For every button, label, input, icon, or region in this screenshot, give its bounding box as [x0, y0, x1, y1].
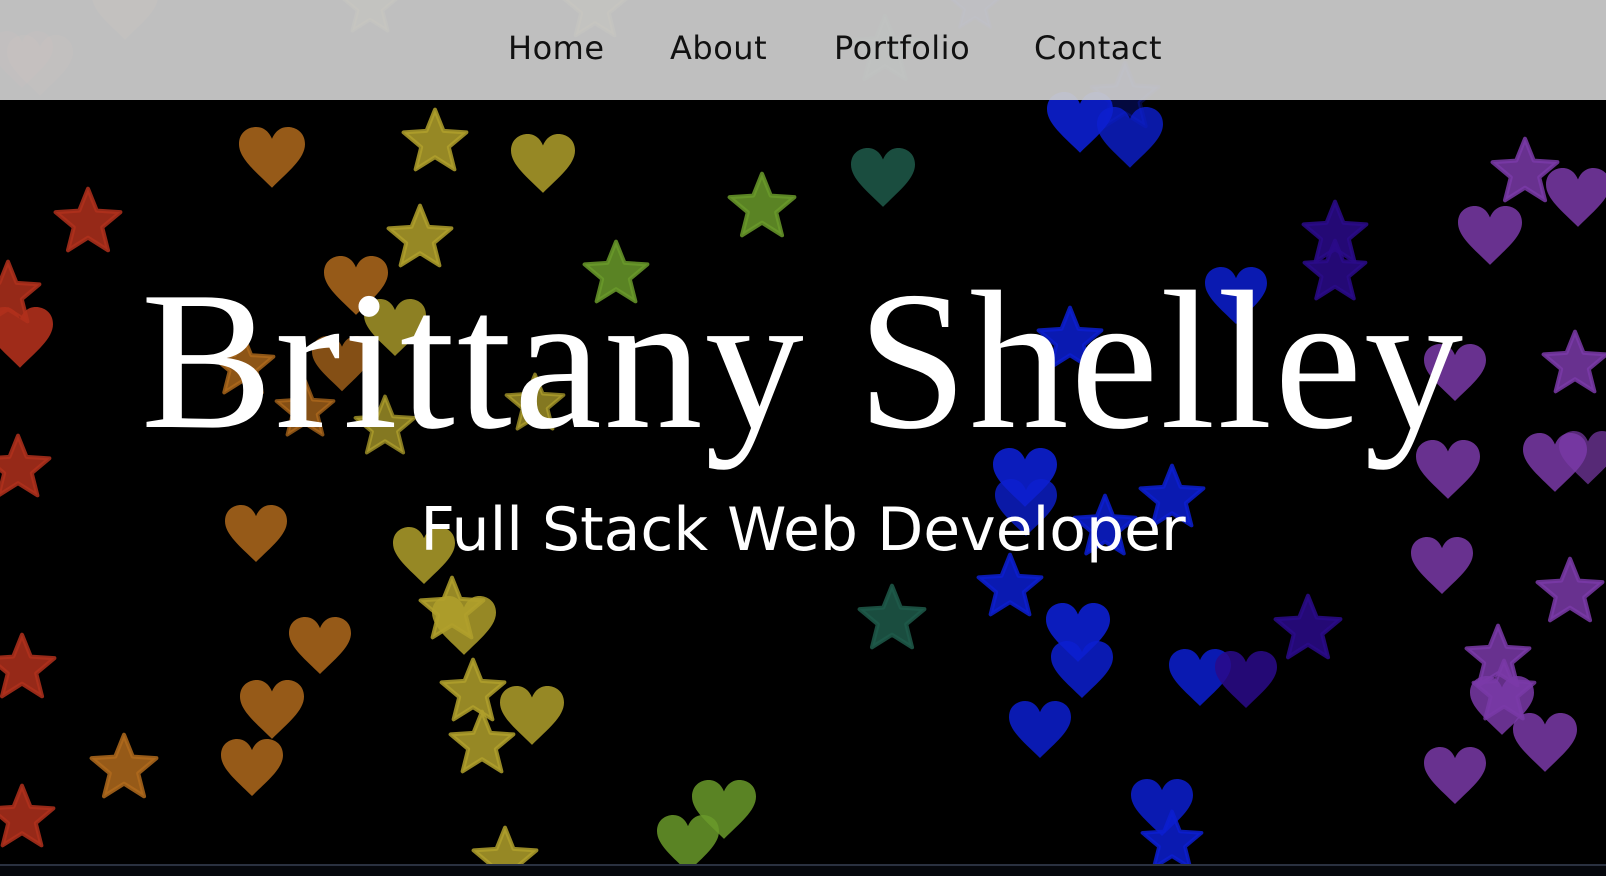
- heart-icon: [511, 134, 575, 193]
- star-icon: [89, 732, 159, 799]
- star-icon: [857, 583, 927, 650]
- star-icon: [439, 657, 507, 722]
- heart-icon: [289, 617, 351, 675]
- star-icon: [53, 186, 123, 253]
- nav-about-link[interactable]: About: [670, 29, 767, 67]
- heart-icon: [221, 739, 283, 797]
- heart-icon: [1131, 779, 1193, 837]
- top-navigation: Home About Portfolio Contact: [0, 0, 1606, 100]
- heart-icon: [1009, 701, 1071, 759]
- heart-icon: [1546, 168, 1606, 227]
- star-icon: [1273, 593, 1343, 660]
- star-icon: [727, 171, 797, 238]
- star-icon: [401, 107, 469, 172]
- heart-icon: [1424, 747, 1486, 805]
- star-icon: [1535, 556, 1605, 623]
- heart-icon: [239, 127, 305, 188]
- heart-icon: [1215, 651, 1277, 709]
- page-bottom-edge: [0, 864, 1606, 876]
- nav-home-link[interactable]: Home: [508, 29, 605, 67]
- star-icon: [448, 709, 516, 774]
- heart-icon: [851, 148, 915, 207]
- heart-icon: [1513, 713, 1577, 772]
- hero-section: Home About Portfolio Contact Brittany Sh…: [0, 0, 1606, 876]
- star-icon: [0, 632, 57, 699]
- heart-icon: [240, 680, 304, 739]
- hero-subtitle: Full Stack Web Developer: [420, 495, 1186, 565]
- heart-icon: [1458, 206, 1522, 265]
- nav-contact-link[interactable]: Contact: [1034, 29, 1162, 67]
- nav-portfolio-link[interactable]: Portfolio: [834, 29, 970, 67]
- hero-name: Brittany Shelley: [140, 251, 1466, 470]
- star-icon: [0, 783, 56, 848]
